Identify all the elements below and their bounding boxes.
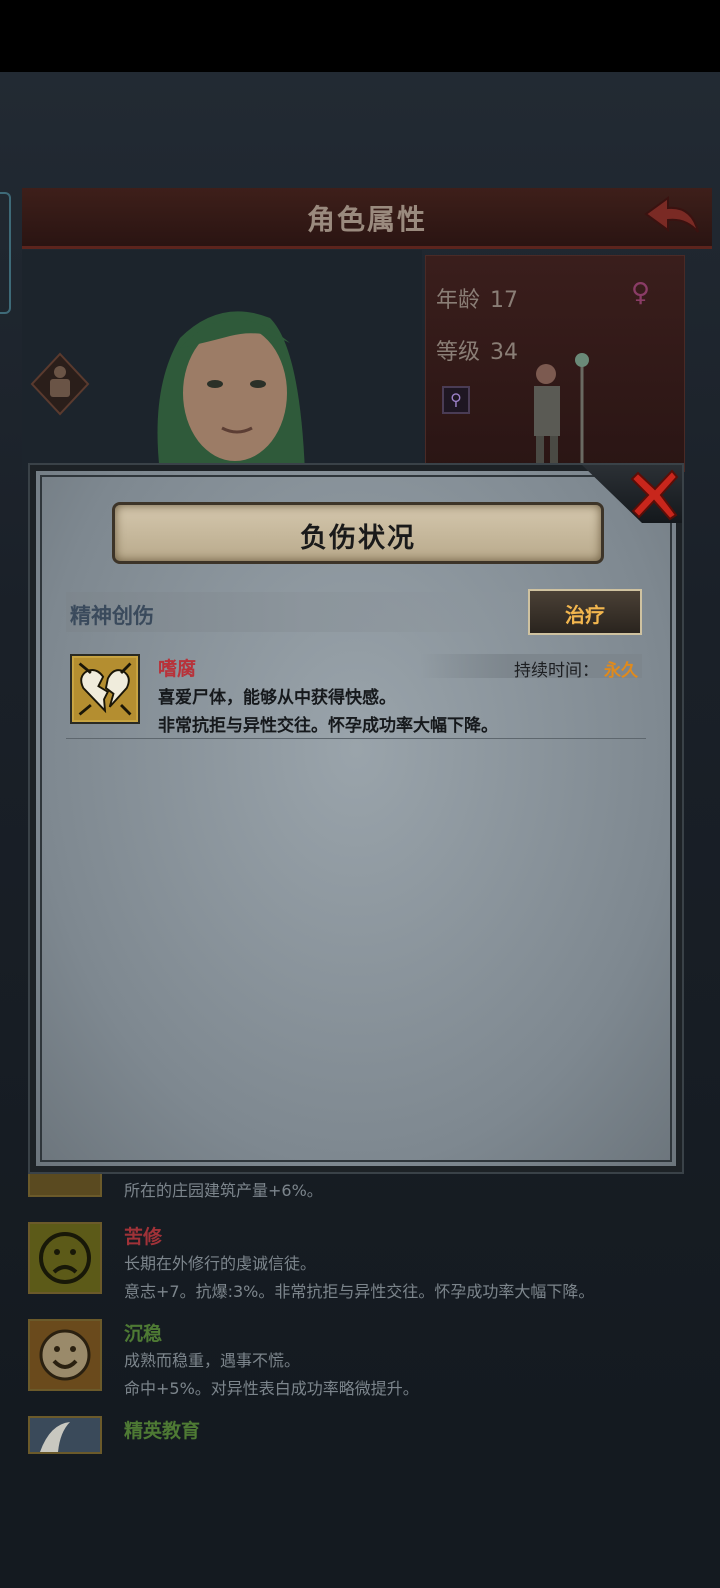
injury-effect: 非常抗拒与异性交往。怀孕成功率大幅下降。 [158,716,498,736]
trait-name: 沉稳 [124,1323,163,1345]
female-symbol-icon: ♀ [631,278,651,308]
sad-face-icon [28,1222,102,1294]
trait-description: 长期在外修行的虔诚信徒。 [124,1254,317,1273]
screen-header: 角色属性 [22,188,712,249]
dialog-frame [40,475,672,1162]
age-row: 年龄 17 [436,282,518,314]
trait-effect: 命中+5%。对异性表白成功率略微提升。 [124,1379,419,1398]
age-label: 年龄 [436,288,481,313]
close-icon[interactable] [630,467,680,521]
dialog-title: 负伤状况 [300,523,416,554]
injury-description: 喜爱尸体，能够从中获得快感。 [158,688,396,708]
trait-name: 苦修 [124,1226,163,1248]
character-portrait [157,311,305,473]
happy-face-icon [28,1319,102,1391]
broken-heart-icon [70,654,140,724]
trait-name: 精英教育 [124,1420,201,1442]
traits-list: 所在的庄园建筑产量+6%。 苦修 长期在外修行的虔诚信徒。 意志+7。抗爆:3%… [22,1155,702,1454]
book-quill-icon [28,1416,102,1454]
divider [66,738,646,739]
trait-effect: 意志+7。抗爆:3%。非常抗拒与异性交往。怀孕成功率大幅下降。 [124,1282,595,1301]
weapon-slot-icon[interactable]: ⚲ [442,386,470,414]
trait-description: 所在的庄园建筑产量+6%。 [124,1181,323,1200]
duration-value: 永久 [604,661,638,681]
section-title: 精神创伤 [70,604,154,628]
age-value: 17 [490,288,519,313]
character-figure [534,353,589,464]
treat-button-label: 治疗 [565,603,605,627]
screen-title: 角色属性 [306,203,427,236]
level-label: 等级 [436,340,481,365]
bottom-area [0,1452,720,1588]
injury-dialog [30,465,682,1172]
dialog-title-banner: 负伤状况 [112,502,604,564]
level-value: 34 [490,340,519,365]
outfit-icon[interactable] [30,352,90,416]
back-arrow-icon[interactable] [642,192,702,242]
side-tab[interactable] [0,192,11,314]
treat-button[interactable]: 治疗 [528,589,642,635]
level-row: 等级 34 [436,334,518,366]
character-info-card: 年龄 17 ♀ 等级 34 ⚲ [425,255,685,472]
trait-description: 成熟而稳重，遇事不慌。 [124,1351,301,1370]
injury-name: 嗜腐 [158,658,197,680]
duration-label: 持续时间： [514,661,599,681]
status-bar [0,0,720,72]
